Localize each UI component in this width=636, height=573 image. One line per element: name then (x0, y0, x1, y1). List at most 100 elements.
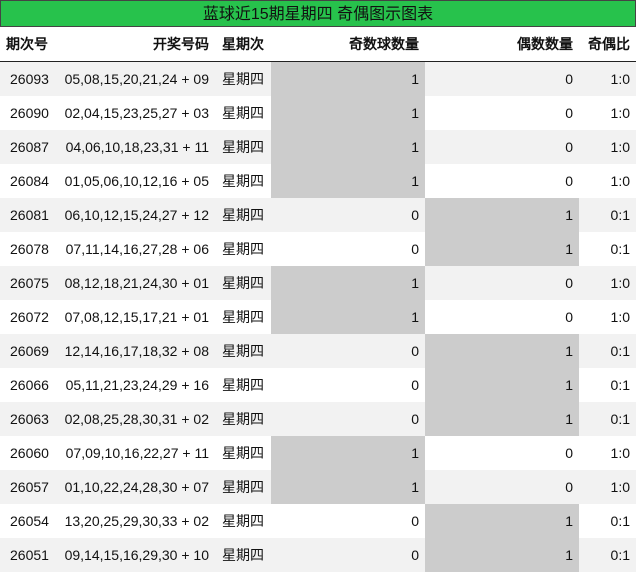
cell-numbers: 07,11,14,16,27,28 + 06 (58, 232, 215, 266)
cell-odd-count: 1 (271, 436, 425, 470)
cell-ratio: 1:0 (579, 96, 636, 130)
cell-odd-count: 1 (271, 61, 425, 96)
cell-numbers: 01,05,06,10,12,16 + 05 (58, 164, 215, 198)
header-period: 期次号 (0, 27, 58, 62)
cell-even-count: 1 (425, 538, 579, 572)
cell-numbers: 02,08,25,28,30,31 + 02 (58, 402, 215, 436)
cell-weekday: 星期四 (215, 198, 271, 232)
table-row: 26069 12,14,16,17,18,32 + 08 星期四 0 1 0:1 (0, 334, 636, 368)
cell-ratio: 1:0 (579, 130, 636, 164)
table-row: 26090 02,04,15,23,25,27 + 03 星期四 1 0 1:0 (0, 96, 636, 130)
table-row: 26060 07,09,10,16,22,27 + 11 星期四 1 0 1:0 (0, 436, 636, 470)
cell-numbers: 13,20,25,29,30,33 + 02 (58, 504, 215, 538)
cell-ratio: 1:0 (579, 61, 636, 96)
cell-even-count: 1 (425, 334, 579, 368)
cell-even-count: 1 (425, 402, 579, 436)
table-row: 26063 02,08,25,28,30,31 + 02 星期四 0 1 0:1 (0, 402, 636, 436)
cell-period: 26063 (0, 402, 58, 436)
cell-weekday: 星期四 (215, 164, 271, 198)
cell-weekday: 星期四 (215, 232, 271, 266)
cell-period: 26075 (0, 266, 58, 300)
header-ratio: 奇偶比 (579, 27, 636, 62)
cell-odd-count: 1 (271, 470, 425, 504)
cell-even-count: 0 (425, 164, 579, 198)
cell-numbers: 09,14,15,16,29,30 + 10 (58, 538, 215, 572)
cell-even-count: 0 (425, 96, 579, 130)
cell-ratio: 1:0 (579, 470, 636, 504)
table-header-row: 期次号 开奖号码 星期次 奇数球数量 偶数数量 奇偶比 (0, 27, 636, 62)
cell-even-count: 1 (425, 232, 579, 266)
cell-weekday: 星期四 (215, 402, 271, 436)
table-row: 26072 07,08,12,15,17,21 + 01 星期四 1 0 1:0 (0, 300, 636, 334)
cell-ratio: 0:1 (579, 402, 636, 436)
cell-period: 26072 (0, 300, 58, 334)
cell-period: 26054 (0, 504, 58, 538)
cell-odd-count: 0 (271, 334, 425, 368)
cell-odd-count: 1 (271, 130, 425, 164)
cell-period: 26093 (0, 61, 58, 96)
cell-weekday: 星期四 (215, 334, 271, 368)
cell-ratio: 1:0 (579, 300, 636, 334)
table-row: 26084 01,05,06,10,12,16 + 05 星期四 1 0 1:0 (0, 164, 636, 198)
cell-numbers: 05,11,21,23,24,29 + 16 (58, 368, 215, 402)
cell-numbers: 04,06,10,18,23,31 + 11 (58, 130, 215, 164)
cell-numbers: 06,10,12,15,24,27 + 12 (58, 198, 215, 232)
header-weekday: 星期次 (215, 27, 271, 62)
table-row: 26051 09,14,15,16,29,30 + 10 星期四 0 1 0:1 (0, 538, 636, 572)
cell-even-count: 0 (425, 266, 579, 300)
cell-period: 26078 (0, 232, 58, 266)
cell-period: 26087 (0, 130, 58, 164)
cell-odd-count: 0 (271, 232, 425, 266)
cell-weekday: 星期四 (215, 266, 271, 300)
cell-odd-count: 0 (271, 198, 425, 232)
cell-even-count: 0 (425, 436, 579, 470)
cell-numbers: 12,14,16,17,18,32 + 08 (58, 334, 215, 368)
cell-numbers: 07,09,10,16,22,27 + 11 (58, 436, 215, 470)
cell-even-count: 1 (425, 368, 579, 402)
cell-numbers: 02,04,15,23,25,27 + 03 (58, 96, 215, 130)
cell-ratio: 0:1 (579, 538, 636, 572)
cell-even-count: 1 (425, 504, 579, 538)
cell-odd-count: 0 (271, 368, 425, 402)
table-row: 26057 01,10,22,24,28,30 + 07 星期四 1 0 1:0 (0, 470, 636, 504)
header-odd-count: 奇数球数量 (271, 27, 425, 62)
cell-period: 26051 (0, 538, 58, 572)
cell-ratio: 0:1 (579, 232, 636, 266)
header-even-count: 偶数数量 (425, 27, 579, 62)
cell-even-count: 0 (425, 61, 579, 96)
cell-weekday: 星期四 (215, 96, 271, 130)
cell-even-count: 0 (425, 470, 579, 504)
cell-ratio: 1:0 (579, 164, 636, 198)
cell-ratio: 0:1 (579, 198, 636, 232)
cell-ratio: 1:0 (579, 266, 636, 300)
odd-even-table: 期次号 开奖号码 星期次 奇数球数量 偶数数量 奇偶比 26093 05,08,1… (0, 27, 636, 572)
cell-ratio: 0:1 (579, 504, 636, 538)
header-numbers: 开奖号码 (58, 27, 215, 62)
chart-title: 蓝球近15期星期四 奇偶图示图表 (0, 0, 636, 27)
cell-period: 26069 (0, 334, 58, 368)
table-row: 26087 04,06,10,18,23,31 + 11 星期四 1 0 1:0 (0, 130, 636, 164)
cell-odd-count: 0 (271, 538, 425, 572)
cell-ratio: 0:1 (579, 368, 636, 402)
cell-weekday: 星期四 (215, 538, 271, 572)
table-row: 26075 08,12,18,21,24,30 + 01 星期四 1 0 1:0 (0, 266, 636, 300)
cell-numbers: 08,12,18,21,24,30 + 01 (58, 266, 215, 300)
cell-odd-count: 1 (271, 266, 425, 300)
table-row: 26093 05,08,15,20,21,24 + 09 星期四 1 0 1:0 (0, 61, 636, 96)
cell-period: 26090 (0, 96, 58, 130)
cell-numbers: 05,08,15,20,21,24 + 09 (58, 61, 215, 96)
cell-even-count: 0 (425, 300, 579, 334)
cell-odd-count: 1 (271, 164, 425, 198)
cell-period: 26066 (0, 368, 58, 402)
cell-period: 26084 (0, 164, 58, 198)
table-row: 26081 06,10,12,15,24,27 + 12 星期四 0 1 0:1 (0, 198, 636, 232)
cell-weekday: 星期四 (215, 504, 271, 538)
cell-numbers: 01,10,22,24,28,30 + 07 (58, 470, 215, 504)
cell-odd-count: 0 (271, 504, 425, 538)
cell-ratio: 1:0 (579, 436, 636, 470)
cell-weekday: 星期四 (215, 368, 271, 402)
cell-weekday: 星期四 (215, 300, 271, 334)
cell-weekday: 星期四 (215, 470, 271, 504)
cell-period: 26060 (0, 436, 58, 470)
cell-ratio: 0:1 (579, 334, 636, 368)
